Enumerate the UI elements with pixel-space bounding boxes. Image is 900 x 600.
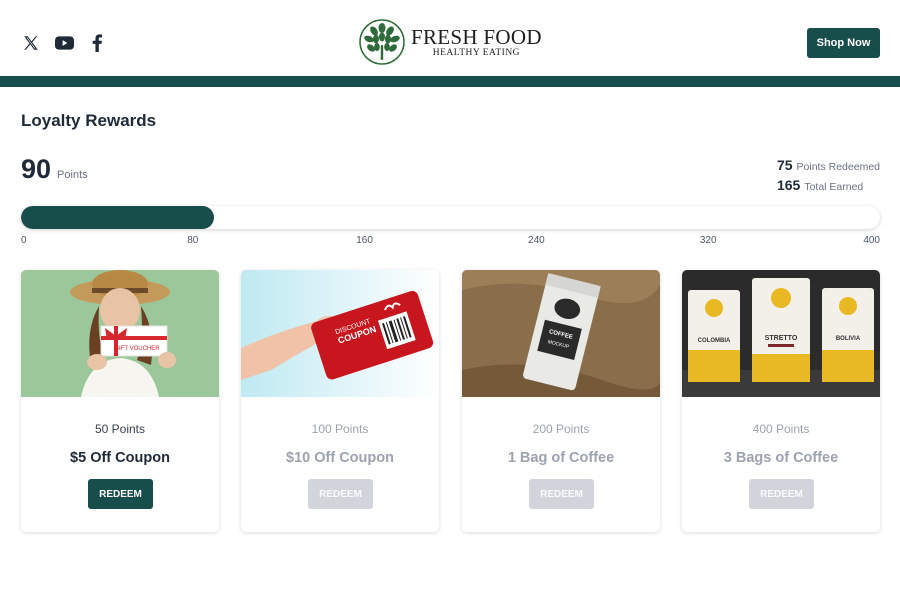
reward-title: 1 Bag of Coffee (507, 450, 615, 466)
points-progress-bar (21, 206, 880, 229)
reward-image-gift-voucher: GIFT VOUCHER (21, 270, 219, 397)
reward-points: 50 Points (94, 422, 146, 436)
header-divider-band (0, 76, 900, 87)
reward-points: 200 Points (532, 422, 590, 436)
reward-cards: GIFT VOUCHER 50 Points $5 Off Coupon RED… (21, 270, 880, 532)
reward-image-three-coffee-bags: COLOMBIA STRETTO BOLIVIA (682, 270, 880, 397)
voucher-text: GIFT VOUCHER (114, 346, 160, 352)
reward-title: 3 Bags of Coffee (723, 450, 839, 466)
youtube-icon[interactable] (54, 33, 74, 53)
points-label: Points (57, 169, 88, 181)
earned-value: 165 (776, 177, 801, 193)
reward-card: COLOMBIA STRETTO BOLIVIA 400 Points 3 Ba… (682, 270, 880, 532)
reward-card: DISCOUNT COUPON 100 Points $10 Off Coupo… (241, 270, 439, 532)
reward-points: 100 Points (311, 422, 369, 436)
logo-subtitle: HEALTHY EATING (432, 47, 521, 58)
points-value: 90 (21, 154, 52, 184)
progress-scale-tick: 160 (356, 235, 373, 246)
reward-card: COFFEE MOCKUP 200 Points 1 Bag of Coffee… (462, 270, 660, 532)
reward-card: GIFT VOUCHER 50 Points $5 Off Coupon RED… (21, 270, 219, 532)
social-links (21, 33, 107, 53)
coffee-bag-label-1: COLOMBIA (698, 338, 731, 344)
reward-points: 400 Points (752, 422, 810, 436)
coffee-bag-label-3: BOLIVIA (836, 336, 861, 342)
redeem-button[interactable]: REDEEM (529, 479, 594, 509)
redeemed-value: 75 (776, 157, 793, 173)
reward-title: $10 Off Coupon (286, 450, 394, 466)
x-twitter-icon[interactable] (21, 33, 41, 53)
progress-scale: 0 80 160 240 320 400 (21, 235, 880, 247)
brand-logo[interactable]: FRESH FOOD HEALTHY EATING (359, 19, 542, 65)
redeem-button[interactable]: REDEEM (749, 479, 814, 509)
redeemed-label: Points Redeemed (796, 161, 880, 173)
reward-image-coffee-bag: COFFEE MOCKUP (462, 270, 660, 397)
redeem-button[interactable]: REDEEM (308, 479, 373, 509)
points-redeemed: 75 Points Redeemed (777, 157, 880, 177)
reward-title: $5 Off Coupon (70, 450, 170, 466)
points-stats: 75 Points Redeemed 165 Total Earned (777, 157, 880, 197)
total-earned: 165 Total Earned (777, 177, 880, 197)
current-points: 90 Points (21, 154, 88, 185)
points-progress-fill (21, 206, 215, 229)
progress-scale-tick: 400 (863, 235, 880, 246)
facebook-icon[interactable] (87, 33, 107, 53)
tree-logo-icon (359, 19, 405, 65)
progress-scale-tick: 0 (21, 235, 27, 246)
shop-now-button[interactable]: Shop Now (807, 28, 880, 58)
reward-image-discount-coupon: DISCOUNT COUPON (241, 270, 439, 397)
progress-scale-tick: 320 (699, 235, 717, 246)
logo-title: FRESH FOOD (411, 24, 542, 49)
coffee-bag-label-2: STRETTO (765, 335, 798, 342)
page-title: Loyalty Rewards (21, 111, 157, 130)
earned-label: Total Earned (804, 181, 864, 193)
site-header: FRESH FOOD HEALTHY EATING Shop Now (0, 0, 900, 76)
progress-scale-tick: 80 (187, 235, 199, 246)
redeem-button[interactable]: REDEEM (88, 479, 153, 509)
progress-scale-tick: 240 (528, 235, 545, 246)
